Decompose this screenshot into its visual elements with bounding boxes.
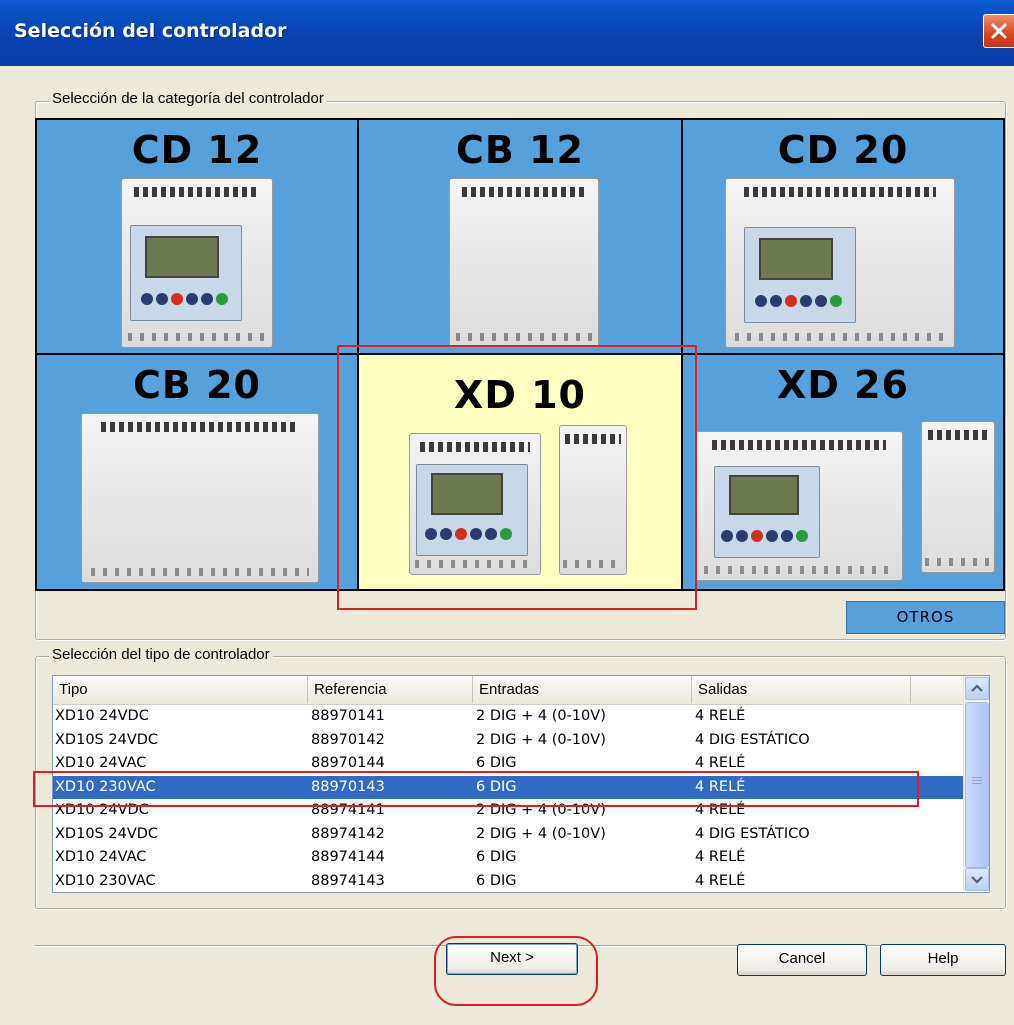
table-cell-ref: 88974144: [311, 849, 385, 865]
list-header: Tipo Referencia Entradas Salidas: [53, 676, 964, 705]
window-title: Selección del controlador: [14, 20, 287, 42]
category-label: XD 26: [777, 363, 909, 407]
table-cell-entradas: 2 DIG + 4 (0-10V): [476, 708, 606, 724]
scroll-up-button[interactable]: [965, 677, 989, 700]
category-label: CD 12: [131, 128, 263, 172]
table-row[interactable]: XD10S 24VDC 88970142 2 DIG + 4 (0-10V) 4 DI…: [53, 729, 963, 753]
plc-extension-image: [921, 421, 995, 573]
otros-button[interactable]: OTROS: [846, 601, 1005, 634]
table-cell-ref: 88970142: [311, 731, 385, 748]
table-cell-salidas: 4 RELÉ: [695, 872, 746, 889]
plc-image: [121, 178, 273, 348]
table-cell-entradas: 6 DIG: [476, 872, 517, 889]
row-highlight: [33, 771, 919, 807]
table-cell-salidas: 4 RELÉ: [695, 708, 746, 724]
next-highlight: [434, 936, 598, 1006]
type-group-legend: Selección del tipo de controlador: [49, 646, 273, 663]
table-row[interactable]: XD10 24VDC 88970141 2 DIG + 4 (0-10V) 4 REL…: [53, 705, 963, 729]
scroll-down-button[interactable]: [965, 868, 989, 891]
table-cell-tipo: XD10S 24VDC: [55, 825, 159, 842]
category-tile-xd26[interactable]: XD 26: [683, 355, 1003, 589]
plc-image: [725, 178, 955, 348]
plc-image: [81, 413, 319, 583]
table-cell-tipo: XD10 24VDC: [55, 708, 149, 724]
category-tile-cb12[interactable]: CB 12: [359, 120, 681, 353]
table-cell-entradas: 2 DIG + 4 (0-10V): [476, 731, 606, 748]
plc-image: [449, 178, 599, 348]
table-row[interactable]: XD10S 24VDC 88974142 2 DIG + 4 (0-10V) 4 DI…: [53, 823, 963, 847]
column-header-salidas[interactable]: Salidas: [692, 676, 911, 703]
table-cell-tipo: XD10 24VAC: [55, 849, 147, 865]
title-bar: Selección del controlador: [0, 0, 1014, 66]
scroll-thumb[interactable]: [965, 702, 989, 868]
close-icon: [991, 23, 1007, 39]
table-cell-ref: 88974143: [311, 872, 385, 889]
category-tile-cb20[interactable]: CB 20: [37, 355, 357, 589]
table-cell-salidas: 4 DIG ESTÁTICO: [695, 825, 810, 842]
column-header-referencia[interactable]: Referencia: [308, 676, 473, 703]
table-cell-ref: 88974142: [311, 825, 385, 842]
help-button[interactable]: Help: [880, 944, 1006, 976]
plc-image: [695, 431, 903, 581]
category-tile-cd20[interactable]: CD 20: [683, 120, 1003, 353]
close-button[interactable]: [983, 14, 1014, 48]
selection-highlight: [337, 345, 697, 610]
table-cell-salidas: 4 RELÉ: [695, 849, 746, 865]
table-cell-entradas: 6 DIG: [476, 849, 517, 865]
category-label: CB 12: [456, 128, 584, 172]
category-label: CD 20: [777, 128, 909, 172]
column-header-entradas[interactable]: Entradas: [473, 676, 692, 703]
chevron-down-icon: [971, 876, 983, 884]
table-row[interactable]: XD10 230VAC 88974143 6 DIG 4 RELÉ: [53, 870, 963, 893]
chevron-up-icon: [971, 684, 983, 692]
table-cell-tipo: XD10 230VAC: [55, 872, 156, 889]
category-tile-cd12[interactable]: CD 12: [37, 120, 357, 353]
table-cell-entradas: 2 DIG + 4 (0-10V): [476, 825, 606, 842]
column-header-empty: [911, 676, 964, 703]
category-group-legend: Selección de la categoría del controlado…: [49, 90, 327, 107]
table-cell-salidas: 4 DIG ESTÁTICO: [695, 731, 810, 748]
vertical-scrollbar[interactable]: [963, 676, 989, 891]
table-cell-ref: 88970141: [311, 708, 385, 724]
table-row[interactable]: XD10 24VAC 88974144 6 DIG 4 RELÉ: [53, 846, 963, 870]
column-header-tipo[interactable]: Tipo: [53, 676, 308, 703]
table-cell-tipo: XD10S 24VDC: [55, 731, 159, 748]
cancel-button[interactable]: Cancel: [737, 944, 867, 976]
category-label: CB 20: [133, 363, 261, 407]
